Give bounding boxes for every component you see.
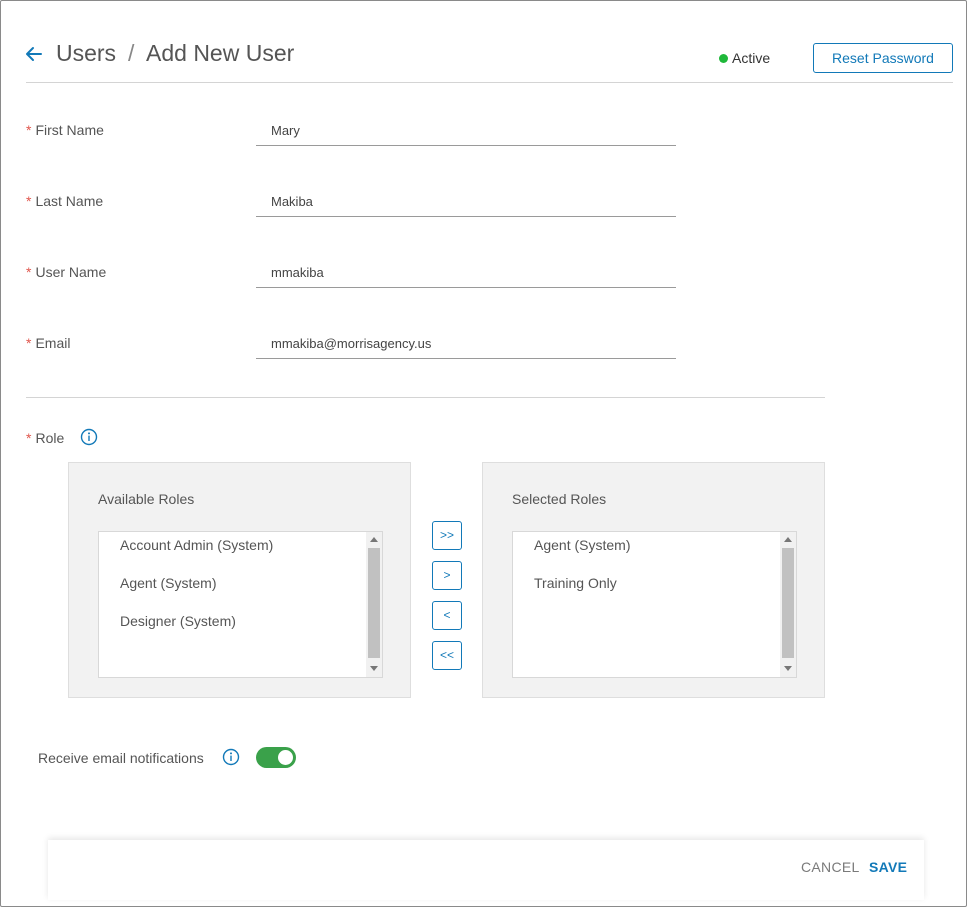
move-all-right-button[interactable]: >> — [432, 521, 462, 550]
user-name-label-text: User Name — [35, 264, 107, 280]
available-roles-title: Available Roles — [98, 491, 195, 507]
save-button[interactable]: SAVE — [869, 859, 907, 875]
scroll-thumb[interactable] — [368, 548, 380, 658]
page-title: Add New User — [146, 40, 295, 66]
notifications-info-icon[interactable] — [222, 748, 240, 766]
breadcrumb-users[interactable]: Users — [56, 40, 116, 67]
status-badge: Active — [719, 50, 770, 66]
move-right-button[interactable]: > — [432, 561, 462, 590]
role-label: * Role — [26, 430, 64, 446]
required-marker: * — [26, 335, 32, 351]
last-name-label-text: Last Name — [35, 193, 104, 209]
available-roles-scrollbar[interactable] — [366, 532, 382, 677]
last-name-label: * Last Name — [26, 193, 103, 209]
first-name-input[interactable] — [256, 116, 676, 146]
first-name-label-text: First Name — [35, 122, 104, 138]
email-label: * Email — [26, 335, 70, 351]
first-name-label: * First Name — [26, 122, 104, 138]
selected-role-item[interactable]: Training Only — [513, 570, 796, 608]
section-divider — [26, 397, 825, 398]
breadcrumb-separator: / — [128, 40, 135, 66]
status-dot-icon — [719, 53, 728, 63]
available-roles-list[interactable]: Account Admin (System) Agent (System) De… — [98, 531, 383, 678]
selected-role-item[interactable]: Agent (System) — [513, 532, 796, 570]
user-name-input[interactable] — [256, 258, 676, 288]
selected-roles-list[interactable]: Agent (System) Training Only — [512, 531, 797, 678]
user-name-label: * User Name — [26, 264, 106, 280]
role-label-text: Role — [35, 430, 65, 446]
toggle-knob — [278, 750, 293, 765]
required-marker: * — [26, 430, 32, 446]
available-roles-panel: Available Roles Account Admin (System) A… — [68, 462, 411, 698]
email-notifications-label: Receive email notifications — [38, 750, 204, 766]
scroll-down-icon[interactable] — [784, 666, 792, 671]
email-label-text: Email — [35, 335, 71, 351]
last-name-input[interactable] — [256, 187, 676, 217]
move-all-left-button[interactable]: << — [432, 641, 462, 670]
available-role-item[interactable]: Designer (System) — [99, 608, 382, 646]
move-left-button[interactable]: < — [432, 601, 462, 630]
required-marker: * — [26, 264, 32, 280]
available-role-item[interactable]: Agent (System) — [99, 570, 382, 608]
scroll-thumb[interactable] — [782, 548, 794, 658]
cancel-button[interactable]: CANCEL — [801, 859, 860, 875]
status-text: Active — [732, 50, 771, 66]
scroll-down-icon[interactable] — [370, 666, 378, 671]
available-role-item[interactable]: Account Admin (System) — [99, 532, 382, 570]
required-marker: * — [26, 122, 32, 138]
header-divider — [26, 82, 953, 83]
selected-roles-title: Selected Roles — [512, 491, 607, 507]
required-marker: * — [26, 193, 32, 209]
email-input[interactable] — [256, 329, 676, 359]
selected-roles-panel: Selected Roles Agent (System) Training O… — [482, 462, 825, 698]
selected-roles-scrollbar[interactable] — [780, 532, 796, 677]
role-info-icon[interactable] — [80, 428, 98, 446]
scroll-up-icon[interactable] — [784, 537, 792, 542]
scroll-up-icon[interactable] — [370, 537, 378, 542]
email-notifications-toggle[interactable] — [256, 747, 296, 768]
action-footer: CANCEL SAVE — [48, 840, 924, 900]
reset-password-button[interactable]: Reset Password — [813, 43, 953, 73]
back-arrow-icon[interactable] — [24, 44, 44, 64]
